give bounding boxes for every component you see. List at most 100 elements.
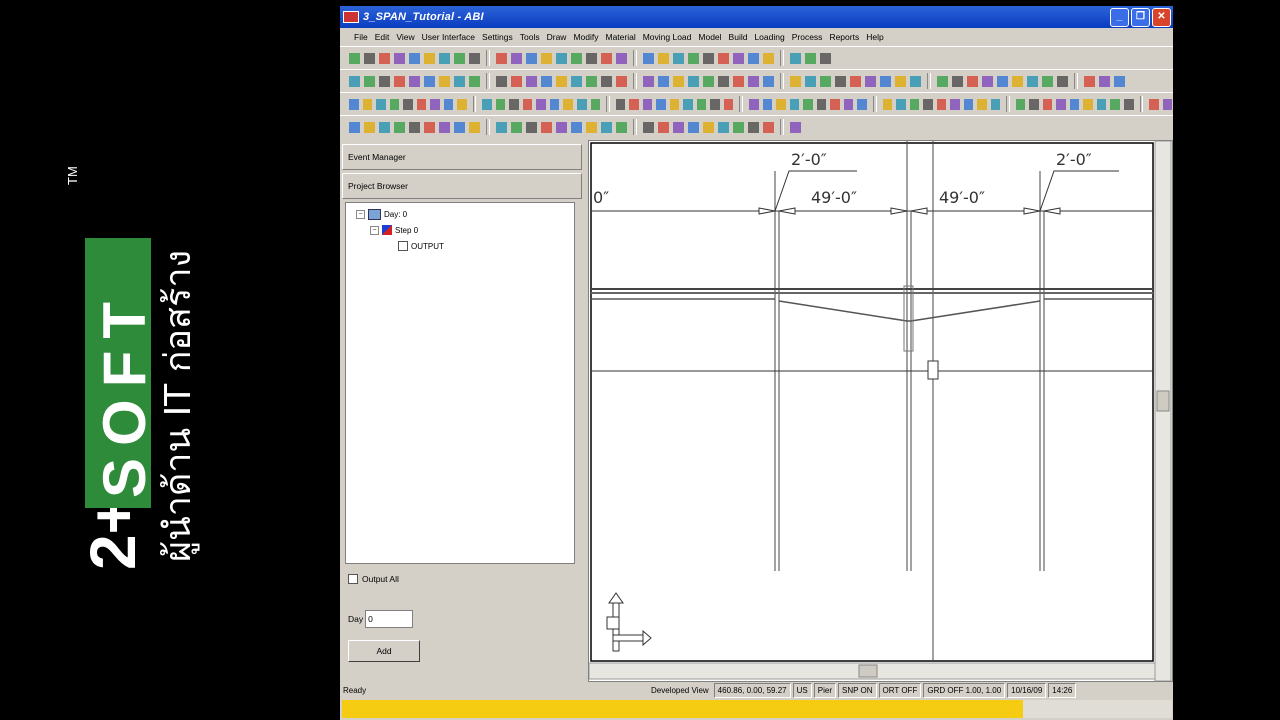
- toolbar-tool-icon[interactable]: [439, 52, 450, 64]
- toolbar-tool-icon[interactable]: [805, 52, 816, 64]
- toolbar-tool-icon[interactable]: [997, 75, 1008, 87]
- toolbar-tool-icon[interactable]: [748, 52, 759, 64]
- toolbar-tool-icon[interactable]: [496, 121, 507, 133]
- toolbar-tool-icon[interactable]: [541, 52, 552, 64]
- toolbar-tool-icon[interactable]: [910, 75, 921, 87]
- toolbar-tool-icon[interactable]: [394, 121, 405, 133]
- toolbar-tool-icon[interactable]: [658, 75, 669, 87]
- status-snap[interactable]: SNP ON: [837, 682, 877, 698]
- menu-moving-load[interactable]: Moving Load: [643, 32, 692, 42]
- toolbar-tool-icon[interactable]: [616, 52, 627, 64]
- toolbar-tool-icon[interactable]: [816, 98, 827, 110]
- toolbar-tool-icon[interactable]: [526, 75, 537, 87]
- toolbar-tool-icon[interactable]: [376, 98, 386, 110]
- toolbar-tool-icon[interactable]: [643, 52, 654, 64]
- toolbar-tool-icon[interactable]: [857, 98, 867, 110]
- toolbar-tool-icon[interactable]: [482, 98, 492, 110]
- toolbar-tool-icon[interactable]: [601, 75, 612, 87]
- day-input[interactable]: [365, 610, 414, 628]
- toolbar-tool-icon[interactable]: [379, 52, 390, 64]
- toolbar-tool-icon[interactable]: [1012, 75, 1023, 87]
- menu-help[interactable]: Help: [866, 32, 883, 42]
- toolbar-tool-icon[interactable]: [1027, 75, 1038, 87]
- toolbar-tool-icon[interactable]: [586, 52, 597, 64]
- toolbar-tool-icon[interactable]: [454, 52, 465, 64]
- title-bar[interactable]: 3_SPAN_Tutorial - ABI _ ❐ ✕: [340, 6, 1173, 28]
- toolbar-tool-icon[interactable]: [379, 121, 390, 133]
- toolbar-tool-icon[interactable]: [364, 52, 375, 64]
- toolbar-tool-icon[interactable]: [923, 98, 933, 110]
- toolbar-tool-icon[interactable]: [616, 75, 627, 87]
- toolbar-tool-icon[interactable]: [590, 98, 601, 110]
- toolbar-tool-icon[interactable]: [882, 98, 893, 110]
- toolbar-tool-icon[interactable]: [601, 52, 612, 64]
- toolbar-tool-icon[interactable]: [733, 75, 744, 87]
- toolbar-tool-icon[interactable]: [669, 98, 680, 110]
- toolbar-tool-icon[interactable]: [394, 75, 405, 87]
- menu-modify[interactable]: Modify: [573, 32, 598, 42]
- status-grid[interactable]: GRD OFF 1.00, 1.00: [923, 682, 1006, 698]
- toolbar-tool-icon[interactable]: [496, 75, 507, 87]
- toolbar-tool-icon[interactable]: [748, 121, 759, 133]
- toolbar-tool-icon[interactable]: [424, 75, 435, 87]
- toolbar-tool-icon[interactable]: [1124, 98, 1134, 110]
- toolbar-tool-icon[interactable]: [379, 75, 390, 87]
- toolbar-tool-icon[interactable]: [511, 121, 522, 133]
- menu-process[interactable]: Process: [792, 32, 823, 42]
- toolbar-tool-icon[interactable]: [763, 121, 774, 133]
- toolbar-tool-icon[interactable]: [541, 75, 552, 87]
- toolbar-tool-icon[interactable]: [748, 75, 759, 87]
- toolbar-tool-icon[interactable]: [495, 98, 506, 110]
- toolbar-tool-icon[interactable]: [703, 52, 714, 64]
- menu-user-interface[interactable]: User Interface: [422, 32, 475, 42]
- toolbar-tool-icon[interactable]: [696, 98, 707, 110]
- collapse-icon[interactable]: −: [370, 225, 379, 235]
- menu-settings[interactable]: Settings: [482, 32, 513, 42]
- toolbar-tool-icon[interactable]: [1042, 98, 1053, 110]
- menu-build[interactable]: Build: [729, 32, 748, 42]
- toolbar-tool-icon[interactable]: [703, 121, 714, 133]
- toolbar-tool-icon[interactable]: [880, 75, 891, 87]
- toolbar-tool-icon[interactable]: [586, 121, 597, 133]
- drawing-viewport[interactable]: 2′-0″ 2′-0″ 49′-0″ 49′-0″ 0″: [588, 140, 1173, 682]
- toolbar-tool-icon[interactable]: [1029, 98, 1039, 110]
- toolbar-tool-icon[interactable]: [409, 52, 420, 64]
- toolbar-tool-icon[interactable]: [673, 52, 684, 64]
- toolbar-tool-icon[interactable]: [469, 75, 480, 87]
- toolbar-tool-icon[interactable]: [615, 98, 626, 110]
- toolbar-tool-icon[interactable]: [1096, 98, 1107, 110]
- collapse-icon[interactable]: −: [356, 209, 365, 219]
- toolbar-tool-icon[interactable]: [656, 98, 666, 110]
- toolbar-tool-icon[interactable]: [790, 121, 801, 133]
- toolbar-tool-icon[interactable]: [688, 75, 699, 87]
- toolbar-tool-icon[interactable]: [1110, 98, 1120, 110]
- event-manager-bar[interactable]: Event Manager: [342, 144, 582, 170]
- toolbar-tool-icon[interactable]: [733, 121, 744, 133]
- tree-node-output[interactable]: OUTPUT: [398, 239, 444, 253]
- toolbar-tool-icon[interactable]: [1162, 98, 1173, 110]
- toolbar-tool-icon[interactable]: [850, 75, 861, 87]
- toolbar-tool-icon[interactable]: [522, 98, 533, 110]
- menu-draw[interactable]: Draw: [547, 32, 567, 42]
- menu-edit[interactable]: Edit: [375, 32, 390, 42]
- toolbar-tool-icon[interactable]: [763, 52, 774, 64]
- maximize-button[interactable]: ❐: [1131, 8, 1150, 27]
- toolbar-tool-icon[interactable]: [454, 75, 465, 87]
- toolbar-tool-icon[interactable]: [820, 52, 831, 64]
- toolbar-tool-icon[interactable]: [723, 98, 734, 110]
- toolbar-tool-icon[interactable]: [835, 75, 846, 87]
- toolbar-tool-icon[interactable]: [688, 121, 699, 133]
- toolbar-tool-icon[interactable]: [909, 98, 920, 110]
- toolbar-tool-icon[interactable]: [843, 98, 854, 110]
- toolbar-tool-icon[interactable]: [718, 75, 729, 87]
- toolbar-tool-icon[interactable]: [1084, 75, 1095, 87]
- toolbar-tool-icon[interactable]: [749, 98, 759, 110]
- toolbar-tool-icon[interactable]: [936, 98, 947, 110]
- toolbar-tool-icon[interactable]: [511, 52, 522, 64]
- status-ortho[interactable]: ORT OFF: [878, 682, 922, 698]
- toolbar-tool-icon[interactable]: [1042, 75, 1053, 87]
- toolbar-tool-icon[interactable]: [703, 75, 714, 87]
- toolbar-tool-icon[interactable]: [389, 98, 400, 110]
- menu-reports[interactable]: Reports: [829, 32, 859, 42]
- tree-node-day[interactable]: − Day: 0: [356, 207, 407, 221]
